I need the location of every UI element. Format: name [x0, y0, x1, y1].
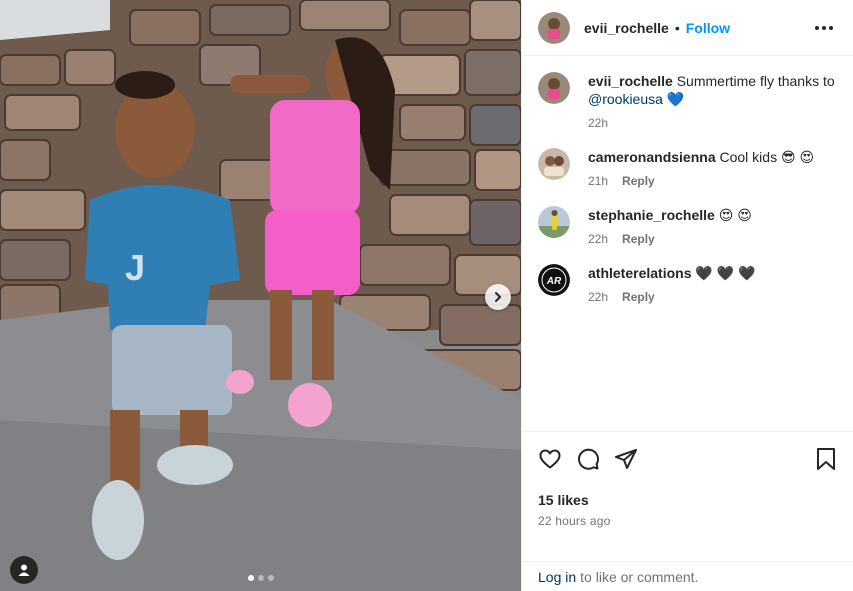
comment-username[interactable]: evii_rochelle	[588, 73, 673, 89]
comment-username[interactable]: athleterelations	[588, 265, 691, 281]
carousel-indicator	[0, 575, 521, 581]
caption-comment: evii_rochelle Summertime fly thanks to @…	[538, 72, 837, 132]
likes-count[interactable]: 15 likes	[538, 492, 837, 508]
more-options-button[interactable]	[811, 22, 837, 34]
comment-text: Summertime fly thanks to	[676, 73, 835, 89]
comment-body: cameronandsienna Cool kids 😎 😍 21h Reply	[588, 148, 837, 190]
svg-text:AR: AR	[546, 276, 562, 287]
save-button[interactable]	[815, 447, 837, 471]
comment-emoji: 😎 😍	[780, 149, 815, 165]
comment-item: stephanie_rochelle 😍 😍 22h Reply	[538, 206, 837, 248]
avatar-image	[538, 11, 570, 44]
action-icons	[538, 444, 837, 474]
mention-link[interactable]: @rookieusa	[588, 91, 663, 107]
commenter-avatar[interactable]	[538, 148, 570, 180]
comment-item: AR athleterelations 🖤 🖤 🖤 22h Reply	[538, 264, 837, 306]
comment-body: stephanie_rochelle 😍 😍 22h Reply	[588, 206, 837, 248]
athleterelations-logo: AR	[538, 264, 570, 296]
login-link[interactable]: Log in	[538, 569, 576, 585]
chevron-right-icon	[495, 292, 502, 302]
comment-body: athleterelations 🖤 🖤 🖤 22h Reply	[588, 264, 837, 306]
header-separator: •	[674, 19, 680, 36]
post-header: evii_rochelle • Follow	[522, 0, 853, 56]
avatar-image	[538, 148, 570, 180]
carousel-dot	[257, 575, 264, 581]
comment-item: cameronandsienna Cool kids 😎 😍 21h Reply	[538, 148, 837, 190]
photo-scene: J	[0, 0, 521, 591]
more-dot-icon	[829, 25, 833, 30]
like-button[interactable]	[538, 447, 562, 471]
comment-text: Cool kids	[719, 149, 781, 165]
comment-username[interactable]: cameronandsienna	[588, 149, 716, 165]
comment-username[interactable]: stephanie_rochelle	[588, 207, 715, 223]
commenter-avatar[interactable]: AR	[538, 264, 570, 296]
comment-meta: 22h Reply	[588, 288, 837, 306]
login-prompt: Log in to like or comment.	[522, 561, 853, 591]
post-photo[interactable]: J	[0, 0, 521, 591]
comment-time[interactable]: 21h	[588, 172, 608, 190]
login-prompt-text: to like or comment.	[580, 568, 699, 585]
post-timestamp[interactable]: 22 hours ago	[538, 514, 837, 528]
post-actions: 15 likes 22 hours ago	[522, 431, 853, 561]
comment-meta: 22h	[588, 114, 837, 132]
reply-button[interactable]: Reply	[622, 172, 655, 190]
author-username[interactable]: evii_rochelle	[584, 20, 669, 36]
carousel-dot	[247, 575, 254, 581]
bookmark-icon	[817, 448, 835, 470]
comment-body: evii_rochelle Summertime fly thanks to @…	[588, 72, 837, 132]
comment-emoji: 😍 😍	[718, 207, 752, 223]
more-dot-icon	[822, 25, 826, 30]
reply-button[interactable]: Reply	[622, 230, 655, 248]
commenter-avatar[interactable]	[538, 206, 570, 238]
paper-plane-icon	[615, 449, 637, 469]
more-dot-icon	[815, 25, 819, 30]
next-slide-button[interactable]	[485, 284, 511, 310]
svg-text:J: J	[125, 247, 145, 288]
comment-bubble-icon	[578, 448, 600, 470]
comment-meta: 21h Reply	[588, 172, 837, 190]
comment-button[interactable]	[576, 447, 600, 471]
reply-button[interactable]: Reply	[622, 288, 655, 306]
author-avatar[interactable]	[538, 11, 570, 44]
post-sidebar: evii_rochelle • Follow evii_rochelle Sum…	[521, 0, 853, 591]
commenter-avatar[interactable]	[538, 72, 570, 104]
comment-time[interactable]: 22h	[588, 288, 608, 306]
avatar-image	[538, 206, 570, 238]
comment-emoji: 💙	[666, 91, 685, 107]
share-button[interactable]	[614, 447, 638, 471]
comment-emoji: 🖤 🖤 🖤	[695, 265, 756, 281]
comment-time[interactable]: 22h	[588, 230, 608, 248]
comment-meta: 22h Reply	[588, 230, 837, 248]
comment-time[interactable]: 22h	[588, 114, 608, 132]
comments-list: evii_rochelle Summertime fly thanks to @…	[522, 56, 853, 431]
heart-icon	[539, 449, 561, 469]
carousel-dot	[267, 575, 274, 581]
avatar-image	[538, 72, 570, 104]
follow-button[interactable]: Follow	[686, 20, 730, 36]
